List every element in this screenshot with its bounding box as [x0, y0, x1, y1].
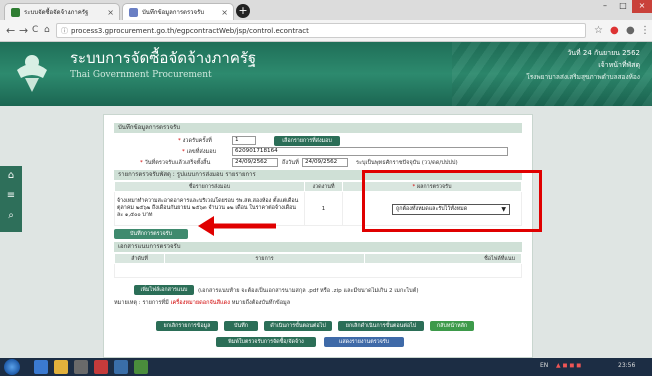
column-header: งวดงานที่ [304, 181, 343, 192]
close-tab-icon[interactable]: × [221, 8, 228, 17]
site-header-banner: ระบบการจัดซื้อจัดจ้างภาครัฐ Thai Governm… [0, 42, 652, 106]
user-organization: โรงพยาบาลส่งเสริมสุขภาพตำบลสองห้อง [526, 73, 640, 81]
cancel-data-button[interactable]: ยกเลิกรายการข้อมูล [156, 321, 218, 331]
ie-icon[interactable] [34, 360, 48, 374]
inspect-date-input[interactable]: 24/09/2562 [232, 158, 278, 167]
page-favicon-icon [129, 7, 138, 17]
account-icon[interactable]: ● [626, 25, 635, 36]
language-indicator[interactable]: EN [540, 362, 548, 369]
to-date-label: ถึงวันที่ [282, 160, 299, 166]
highlight-box [362, 170, 542, 232]
user-role: เจ้าหน้าที่พัสดุ [598, 61, 640, 69]
site-title: ระบบการจัดซื้อจัดจ้างภาครัฐ [70, 49, 257, 67]
remark-text: หมายเหตุ : รายการที่มี เครื่องหมายดอกจัน… [114, 300, 291, 306]
show-report-button[interactable]: แสดงรายงานตรวจรับ [324, 337, 404, 347]
menu-icon[interactable]: ≡ [0, 186, 22, 206]
folder-icon[interactable] [54, 360, 68, 374]
bookmark-star-icon[interactable]: ☆ [594, 25, 603, 36]
site-subtitle: Thai Government Procurement [70, 70, 212, 80]
empty-row [114, 263, 522, 278]
media-icon[interactable] [94, 360, 108, 374]
home-icon[interactable]: ⌂ [0, 166, 22, 186]
add-attachment-button[interactable]: เพิ่มไฟล์เอกสารแนบ [134, 285, 194, 295]
url-field[interactable]: ⓘ process3.gprocurement.go.th/egpcontrac… [56, 23, 586, 38]
close-tab-icon[interactable]: × [107, 8, 114, 17]
save-inspection-button[interactable]: บันทึกการตรวจรับ [114, 229, 188, 239]
period-cell: 1 [304, 191, 343, 226]
delivery-no-input[interactable]: 620901718164 [232, 147, 508, 156]
column-header: รายการ [164, 253, 365, 264]
browser-tab-procurement[interactable]: ระบบจัดซื้อจัดจ้างภาครัฐ × [4, 3, 120, 20]
record-section-header: บันทึกข้อมูลการตรวจรับ [114, 123, 522, 133]
next-step-button[interactable]: ดำเนินการขั้นตอนต่อไป [264, 321, 332, 331]
red-arrow-icon [198, 216, 276, 236]
upload-note: (เอกสารแนบท้าย จะต้องเป็นเอกสารนามสกุล .… [198, 288, 419, 294]
browser-tab-bar: ระบบจัดซื้อจัดจ้างภาครัฐ × บันทึกข้อมูลก… [0, 0, 652, 20]
calendar-format-note: ระบุเป็นพุทธศักราชปัจจุบัน (วว/ดด/ปปปป) [356, 160, 458, 166]
garuda-emblem-icon [17, 55, 47, 92]
attachments-table: ลำดับที่ รายการ ชื่อไฟล์ที่แนบ [114, 253, 522, 278]
column-header: ลำดับที่ [114, 253, 165, 264]
forward-button[interactable]: → [19, 24, 28, 37]
word-icon[interactable] [114, 360, 128, 374]
tab-title: ระบบจัดซื้อจัดจ้างภาครัฐ [24, 9, 89, 16]
info-icon[interactable]: ⓘ [61, 24, 68, 38]
inspect-date-label: * วันที่ตรวจรับแล้วเสร็จทั้งสิ้น [140, 160, 211, 166]
app-icon[interactable] [74, 360, 88, 374]
maximize-button[interactable]: □ [614, 0, 632, 13]
attachments-section-header: เอกสารแนบการตรวจรับ [114, 242, 522, 252]
back-button[interactable]: ← [6, 24, 15, 37]
address-bar-row: ← → C ⌂ ⓘ process3.gprocurement.go.th/eg… [0, 20, 652, 42]
procurement-favicon-icon [11, 7, 20, 17]
column-header: ชื่อไฟล์ที่แนบ [364, 253, 522, 264]
back-home-button[interactable]: กลับหน้าหลัก [430, 321, 474, 331]
round-input[interactable]: 1 [232, 136, 256, 145]
close-window-button[interactable]: × [632, 0, 652, 13]
inspection-form-panel: บันทึกข้อมูลการตรวจรับ * งวดรับครั้งที่ … [103, 114, 542, 358]
to-date-input[interactable]: 24/09/2562 [302, 158, 348, 167]
chrome-icon[interactable] [134, 360, 148, 374]
table-row [114, 263, 522, 278]
current-date: วันที่ 24 กันยายน 2562 [567, 49, 640, 57]
delivery-no-label: * เลขที่ส่งมอบ [182, 149, 217, 155]
browser-menu-icon[interactable]: ⋮ [640, 25, 650, 36]
search-icon[interactable]: ⌕ [0, 206, 22, 226]
start-button[interactable] [4, 359, 20, 375]
left-dock: ⌂ ≡ ⌕ [0, 166, 22, 232]
url-text: process3.gprocurement.go.th/egpcontractW… [71, 27, 309, 35]
browser-tab-inspection[interactable]: บันทึกข้อมูลการตรวจรับ × [122, 3, 234, 20]
page-content: ⌂ ≡ ⌕ บันทึกข้อมูลการตรวจรับ * งวดรับครั… [0, 106, 652, 358]
reload-button[interactable]: C [32, 25, 38, 35]
round-label: * งวดรับครั้งที่ [178, 138, 212, 144]
os-taskbar: EN ▲ ◼ ◼ ◼ 23:56 [0, 358, 652, 376]
extension-icon[interactable]: ● [610, 25, 619, 36]
select-delivery-items-button[interactable]: เลือกรายการที่ส่งมอบ [274, 136, 340, 146]
minimize-button[interactable]: – [596, 0, 614, 13]
cancel-next-step-button[interactable]: ยกเลิกดำเนินการขั้นตอนต่อไป [338, 321, 424, 331]
save-button[interactable]: บันทึก [224, 321, 258, 331]
new-tab-button[interactable]: + [236, 4, 250, 18]
tab-title: บันทึกข้อมูลการตรวจรับ [142, 9, 205, 16]
column-header: ชื่อรายการส่งมอบ [114, 181, 305, 192]
print-inspection-button[interactable]: พิมพ์ใบตรวจรับการจัดซื้อ/จัดจ้าง [216, 337, 316, 347]
clock[interactable]: 23:56 [618, 362, 635, 369]
tray-icons[interactable]: ▲ ◼ ◼ ◼ [556, 362, 581, 369]
home-button[interactable]: ⌂ [44, 25, 50, 35]
